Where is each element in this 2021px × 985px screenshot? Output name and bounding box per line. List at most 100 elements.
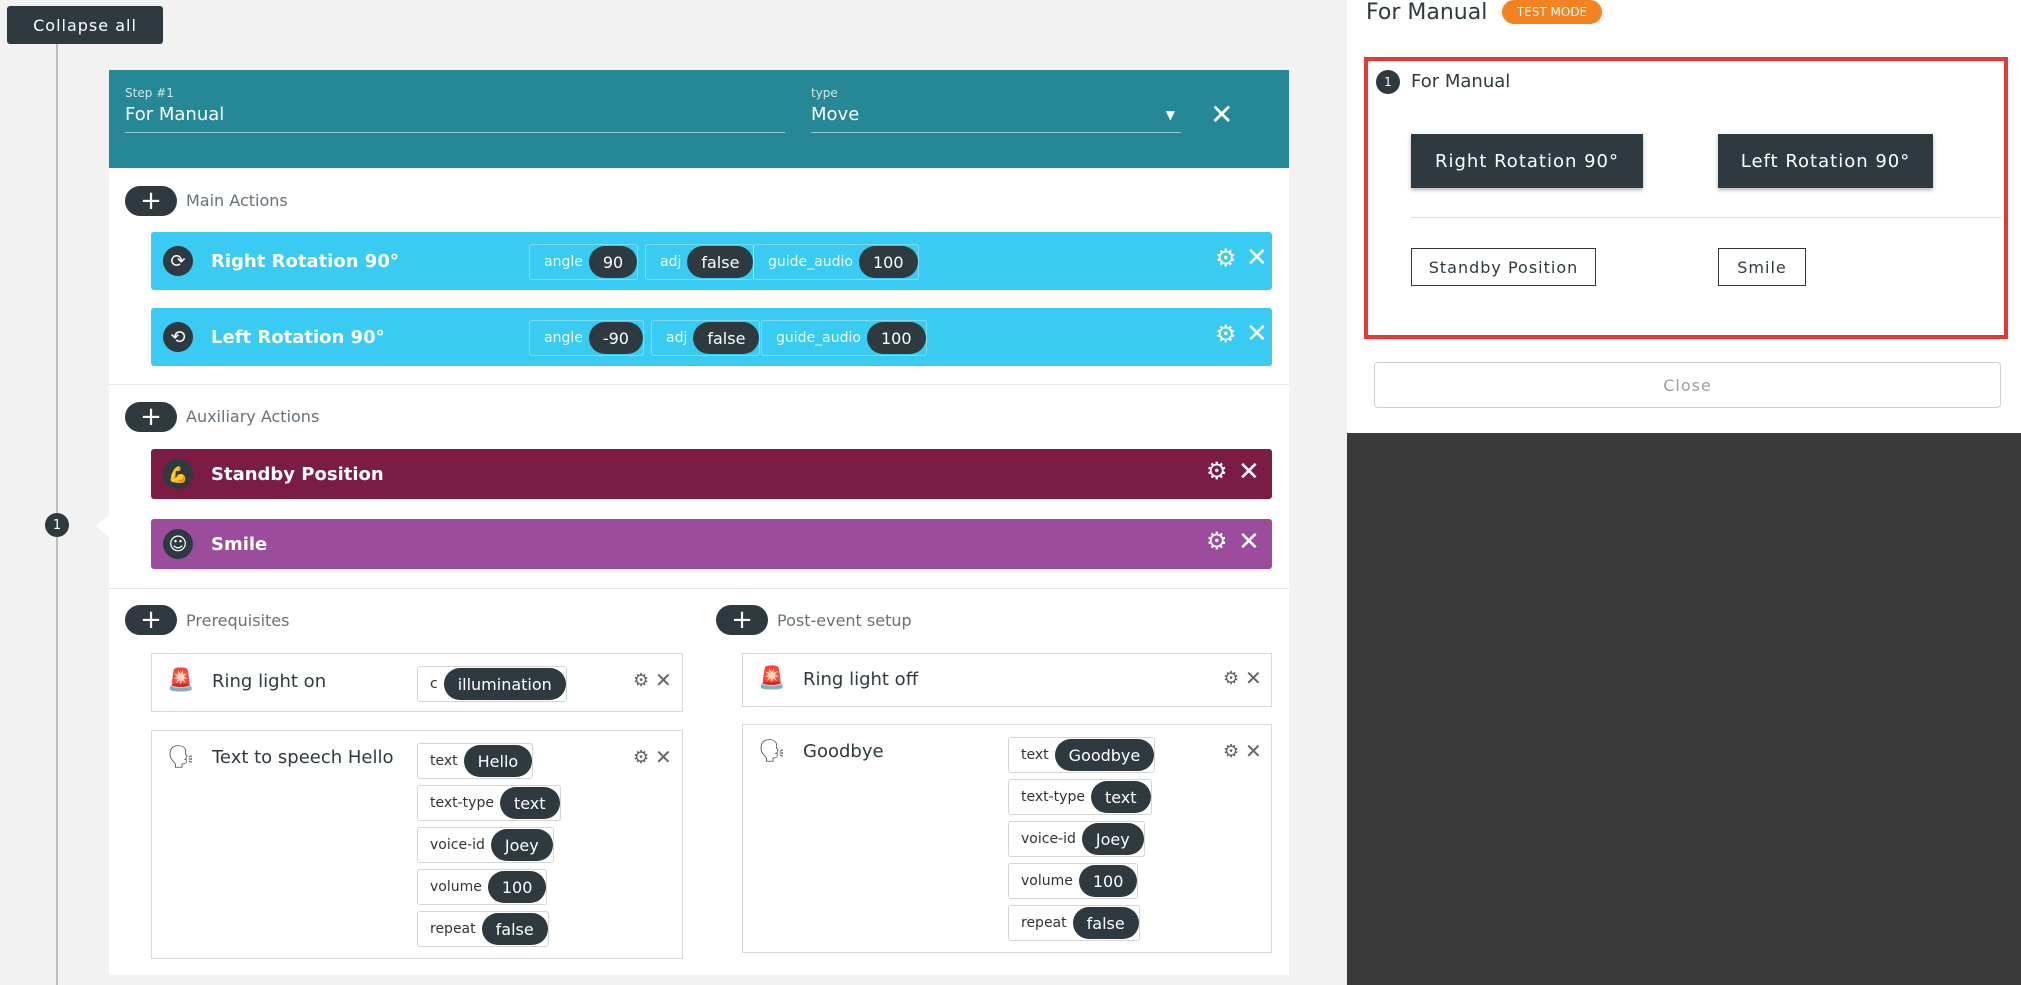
- standby-position-button[interactable]: Standby Position: [1411, 248, 1596, 286]
- param-guide-audio[interactable]: guide_audio 100: [753, 244, 919, 280]
- prerequisite-text-to-speech[interactable]: 🗣 Text to speech Hello text Hello text-ty…: [151, 730, 683, 959]
- dark-background: [1347, 433, 2021, 985]
- add-main-action-button[interactable]: +: [125, 186, 177, 216]
- param-repeat[interactable]: repeat false: [417, 911, 549, 947]
- collapse-all-button[interactable]: Collapse all: [7, 6, 163, 44]
- step-name-input[interactable]: For Manual: [125, 104, 224, 125]
- main-action-left-rotation[interactable]: ⟲ Left Rotation 90° angle -90 adj false gu…: [151, 308, 1272, 366]
- panel-title: For Manual: [1366, 0, 1488, 25]
- action-title: Right Rotation 90°: [211, 250, 399, 272]
- ring-light-icon: 🚨: [758, 666, 786, 691]
- gear-icon[interactable]: ⚙: [633, 747, 649, 768]
- post-event-label: Post-event setup: [777, 611, 912, 630]
- rotate-icon: ⟲: [163, 322, 193, 352]
- param-guide-audio[interactable]: guide_audio 100: [761, 320, 927, 356]
- post-event-ring-light-off[interactable]: 🚨 Ring light off ⚙ ✕: [742, 653, 1272, 707]
- param-value: 100: [487, 871, 547, 903]
- add-prerequisite-button[interactable]: +: [125, 605, 177, 635]
- prerequisites-label: Prerequisites: [186, 611, 290, 630]
- close-button[interactable]: Close: [1374, 362, 2001, 408]
- gear-icon[interactable]: ⚙: [1215, 244, 1237, 272]
- gear-icon[interactable]: ⚙: [633, 670, 649, 691]
- param-text-type[interactable]: text-type text: [417, 785, 561, 821]
- ring-light-icon: 🚨: [167, 668, 195, 693]
- param-value: -90: [588, 322, 643, 354]
- type-select-value: Move: [811, 104, 860, 125]
- highlight-box: [1364, 57, 2008, 339]
- gear-icon[interactable]: ⚙: [1215, 320, 1237, 348]
- param-value: Goodbye: [1054, 739, 1155, 771]
- param-key: guide_audio: [768, 254, 853, 270]
- type-underline: [811, 132, 1181, 133]
- prerequisite-title: Text to speech Hello: [212, 747, 394, 768]
- auxiliary-actions-label: Auxiliary Actions: [186, 407, 320, 426]
- step-number-marker: 1: [45, 513, 69, 537]
- param-volume[interactable]: volume 100: [417, 869, 548, 905]
- aux-action-smile[interactable]: ☺ Smile ⚙ ✕: [151, 519, 1272, 569]
- param-key: repeat: [1021, 915, 1067, 931]
- aux-action-standby-position[interactable]: 💪 Standby Position ⚙ ✕: [151, 449, 1272, 499]
- speaker-icon: 🗣: [758, 739, 786, 764]
- action-title: Standby Position: [211, 463, 384, 485]
- param-voice-id[interactable]: voice-id Joey: [417, 827, 554, 863]
- close-icon[interactable]: ✕: [1210, 98, 1233, 131]
- param-key: c: [430, 676, 438, 692]
- close-icon[interactable]: ✕: [655, 745, 672, 769]
- post-event-title: Goodbye: [803, 741, 884, 762]
- action-title: Left Rotation 90°: [211, 326, 385, 348]
- param-voice-id[interactable]: voice-id Joey: [1008, 821, 1145, 857]
- param-adj[interactable]: adj false: [645, 244, 755, 280]
- test-mode-badge: TEST MODE: [1502, 0, 1602, 24]
- param-key: angle: [544, 330, 583, 346]
- param-volume[interactable]: volume 100: [1008, 863, 1139, 899]
- prerequisite-ring-light-on[interactable]: 🚨 Ring light on c illumination ⚙ ✕: [151, 653, 683, 712]
- param-value: false: [687, 246, 754, 278]
- param-adj[interactable]: adj false: [651, 320, 761, 356]
- close-icon[interactable]: ✕: [1246, 243, 1268, 273]
- main-action-right-rotation[interactable]: ⟳ Right Rotation 90° angle 90 adj false gu…: [151, 232, 1272, 290]
- param-value: 100: [858, 246, 918, 278]
- param-key: guide_audio: [776, 330, 861, 346]
- param-key: adj: [666, 330, 688, 346]
- post-event-title: Ring light off: [803, 669, 919, 690]
- param-repeat[interactable]: repeat false: [1008, 905, 1140, 941]
- close-icon[interactable]: ✕: [1238, 527, 1260, 557]
- add-post-event-button[interactable]: +: [716, 605, 768, 635]
- param-value: false: [481, 913, 548, 945]
- chevron-down-icon: ▼: [1165, 108, 1175, 122]
- param-key: adj: [660, 254, 682, 270]
- gear-icon[interactable]: ⚙: [1206, 527, 1228, 555]
- param-c[interactable]: c illumination: [417, 666, 567, 702]
- main-actions-label: Main Actions: [186, 191, 288, 210]
- post-event-goodbye[interactable]: 🗣 Goodbye text Goodbye text-type text voic…: [742, 724, 1272, 953]
- param-angle[interactable]: angle -90: [529, 320, 644, 356]
- param-text-type[interactable]: text-type text: [1008, 779, 1152, 815]
- step-pointer: [96, 514, 110, 538]
- left-rotation-button[interactable]: Left Rotation 90°: [1718, 134, 1933, 188]
- param-key: voice-id: [1021, 831, 1076, 847]
- param-value: Hello: [463, 745, 533, 777]
- close-icon[interactable]: ✕: [1245, 739, 1262, 763]
- smile-icon: ☺: [163, 529, 193, 559]
- close-icon[interactable]: ✕: [1245, 666, 1262, 690]
- param-key: repeat: [430, 921, 476, 937]
- add-auxiliary-action-button[interactable]: +: [125, 402, 177, 432]
- param-value: text: [1090, 781, 1151, 813]
- param-value: 90: [588, 246, 638, 278]
- param-key: volume: [1021, 873, 1073, 889]
- close-icon[interactable]: ✕: [1246, 319, 1268, 349]
- panel-divider: [1411, 217, 2001, 218]
- gear-icon[interactable]: ⚙: [1223, 741, 1239, 762]
- right-rotation-button[interactable]: Right Rotation 90°: [1411, 134, 1643, 188]
- gear-icon[interactable]: ⚙: [1206, 457, 1228, 485]
- type-select[interactable]: Move ▼: [811, 104, 1181, 125]
- param-angle[interactable]: angle 90: [529, 244, 639, 280]
- param-text[interactable]: text Hello: [417, 743, 534, 779]
- param-key: volume: [430, 879, 482, 895]
- smile-button[interactable]: Smile: [1718, 248, 1806, 286]
- param-text[interactable]: text Goodbye: [1008, 737, 1156, 773]
- close-icon[interactable]: ✕: [655, 668, 672, 692]
- gear-icon[interactable]: ⚙: [1223, 668, 1239, 689]
- close-icon[interactable]: ✕: [1238, 457, 1260, 487]
- prerequisite-title: Ring light on: [212, 671, 327, 692]
